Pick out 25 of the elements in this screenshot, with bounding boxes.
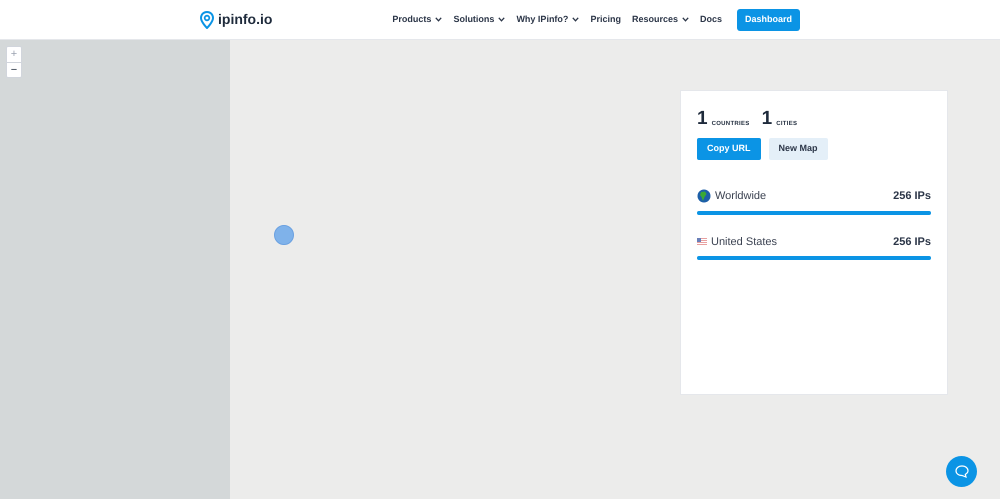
nav-link[interactable]: Products xyxy=(392,12,442,26)
ip-count: 256 IPs xyxy=(893,234,931,250)
nav-link[interactable]: Solutions xyxy=(453,12,506,26)
chat-button[interactable] xyxy=(946,456,977,487)
ip-count: 256 IPs xyxy=(893,189,931,204)
location-name: Worldwide xyxy=(715,189,766,204)
stat-count: 1 xyxy=(762,109,772,128)
chat-bubble-icon xyxy=(954,465,968,478)
location-name: United States xyxy=(711,234,778,250)
zoom-button[interactable]: − xyxy=(7,62,21,77)
location-marker[interactable] xyxy=(274,225,294,245)
location-pin-icon xyxy=(200,10,214,28)
flag-icon xyxy=(697,238,707,246)
nav-link[interactable]: Pricing xyxy=(590,12,621,26)
globe-icon xyxy=(697,189,711,204)
chevron-down-icon xyxy=(682,17,689,22)
nav-link[interactable]: Docs xyxy=(700,12,722,26)
stat-count: 1 xyxy=(697,109,708,128)
logo-text[interactable]: ipinfo.io xyxy=(218,9,272,30)
chevron-down-icon xyxy=(435,17,442,22)
nav-link[interactable]: Resources xyxy=(632,12,689,26)
chevron-down-icon xyxy=(498,17,506,22)
chevron-down-icon xyxy=(572,17,580,22)
new-map-button[interactable]: New Map xyxy=(768,138,828,160)
nav-link[interactable]: Why IPinfo? xyxy=(516,12,580,26)
